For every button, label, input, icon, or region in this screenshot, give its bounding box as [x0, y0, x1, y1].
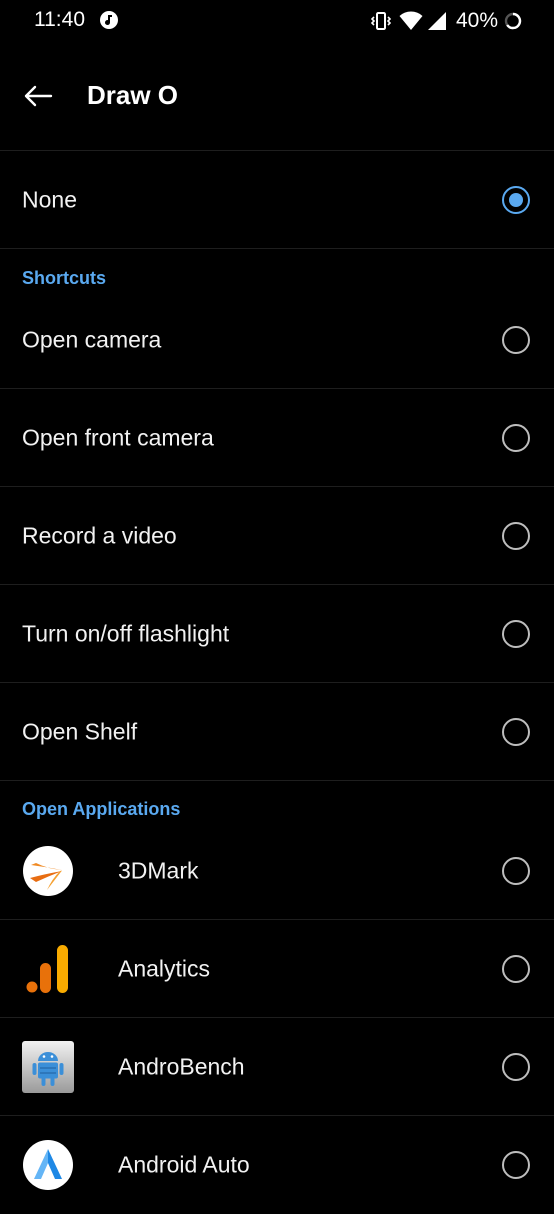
android-auto-icon [23, 1140, 73, 1190]
divider [0, 780, 554, 781]
option-label: Android Auto [118, 1151, 250, 1178]
app-bar: Draw O [0, 50, 554, 150]
option-app-3dmark[interactable]: 3DMark [0, 822, 554, 920]
back-button[interactable] [14, 72, 62, 120]
radio-button[interactable] [502, 1151, 530, 1179]
section-header-applications: Open Applications [22, 799, 181, 819]
option-label: AndroBench [118, 1053, 245, 1080]
radio-button[interactable] [502, 620, 530, 648]
option-label: Analytics [118, 955, 211, 982]
status-bar: 11:40 40% [0, 0, 554, 42]
analytics-icon [26, 945, 68, 993]
option-open-front-camera[interactable]: Open front camera [0, 389, 554, 487]
radio-button[interactable] [502, 424, 530, 452]
arrow-left-icon [24, 85, 53, 107]
option-flashlight[interactable]: Turn on/off flashlight [0, 585, 554, 683]
option-app-android-auto[interactable]: Android Auto [0, 1116, 554, 1214]
radio-button[interactable] [502, 326, 530, 354]
option-record-video[interactable]: Record a video [0, 487, 554, 585]
radio-button-selected[interactable] [502, 186, 530, 214]
signal-icon [427, 12, 446, 30]
battery-icon [504, 12, 522, 30]
option-label: Record a video [22, 522, 177, 549]
section-header-shortcuts: Shortcuts [22, 268, 107, 288]
option-app-analytics[interactable]: Analytics [0, 920, 554, 1018]
option-label: Open Shelf [22, 718, 138, 745]
option-none[interactable]: None [0, 151, 554, 249]
option-label: Open front camera [22, 424, 214, 451]
radio-button[interactable] [502, 522, 530, 550]
option-label: Turn on/off flashlight [22, 620, 230, 647]
option-open-camera[interactable]: Open camera [0, 291, 554, 389]
option-app-androbench[interactable]: AndroBench [0, 1018, 554, 1116]
option-open-shelf[interactable]: Open Shelf [0, 683, 554, 781]
3dmark-icon [23, 846, 73, 896]
radio-button[interactable] [502, 1053, 530, 1081]
status-icons: 40% [370, 9, 522, 33]
music-icon [100, 11, 118, 29]
radio-button[interactable] [502, 955, 530, 983]
option-label: 3DMark [118, 857, 199, 884]
option-label: Open camera [22, 326, 162, 353]
radio-button[interactable] [502, 857, 530, 885]
androbench-icon [22, 1041, 74, 1093]
radio-button[interactable] [502, 718, 530, 746]
status-time: 11:40 [34, 8, 85, 31]
battery-percent: 40% [455, 9, 498, 32]
divider [0, 248, 554, 249]
vibrate-icon [370, 12, 391, 30]
page-title: Draw O [87, 80, 179, 110]
option-label: None [22, 186, 77, 213]
wifi-icon [399, 11, 423, 30]
